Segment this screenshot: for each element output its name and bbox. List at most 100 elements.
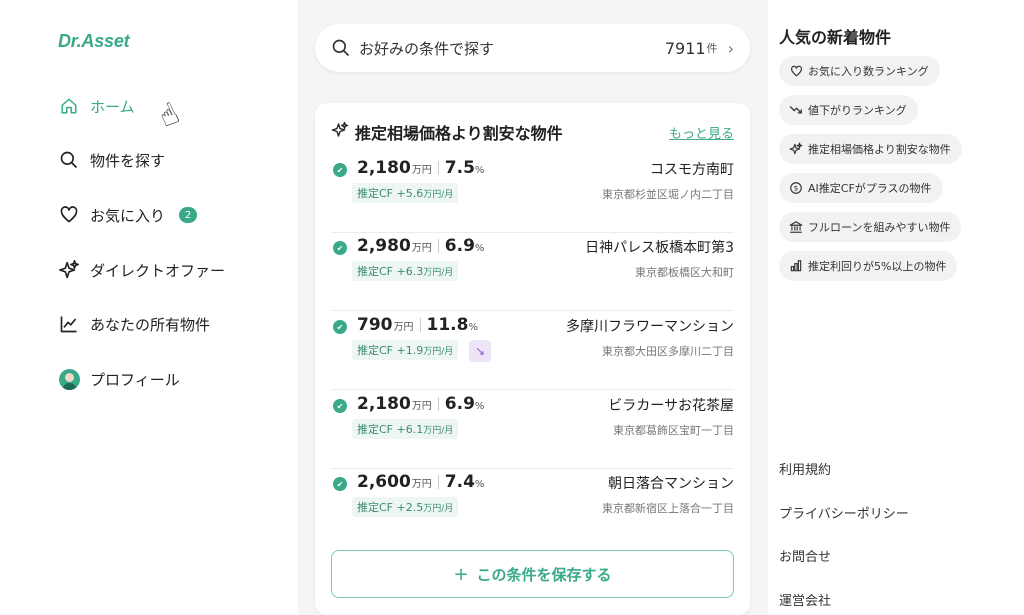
listing-name: 日神パレス板橋本町第3 [585, 240, 734, 256]
listing-yield-unit: % [474, 243, 485, 254]
listing-card: 推定相場価格より割安な物件 もっと見る ✔ 2,180 万円 7.5 % 推定C… [315, 103, 750, 615]
listing-price-line: 2,180 万円 6.9 % [357, 394, 484, 414]
sidebar-item-search[interactable]: 物件を探す [58, 145, 165, 175]
listing-name: 多摩川フラワーマンション [566, 319, 734, 335]
cashflow-badge: 推定CF +1.9 万円/月 [352, 340, 459, 360]
tag-full-loan[interactable]: フルローンを組みやすい物件 [779, 212, 962, 242]
sidebar-item-owned-properties[interactable]: あなたの所有物件 [58, 309, 210, 339]
listing-yield-unit: % [474, 479, 485, 490]
save-condition-label: この条件を保存する [476, 565, 612, 584]
cashflow-value: 推定CF +1.9 [357, 344, 424, 357]
listing-price-unit: 万円 [411, 401, 432, 412]
tag-label: 推定利回りが5%以上の物件 [808, 260, 947, 273]
search-bar[interactable]: お好みの条件で探す 7911 件 › [315, 24, 750, 72]
listing-row[interactable]: ✔ 2,980 万円 6.9 % 推定CF +6.3 万円/月 日神パレス板橋本町… [331, 233, 734, 311]
heart-icon [58, 204, 80, 226]
check-circle-icon: ✔ [333, 320, 347, 334]
listing-price-line: 2,180 万円 7.5 % [357, 158, 484, 178]
cashflow-unit: 万円/月 [423, 425, 454, 436]
plus-icon: + [453, 563, 469, 585]
listing-price-unit: 万円 [411, 165, 432, 176]
tag-high-yield[interactable]: 推定利回りが5%以上の物件 [779, 251, 958, 281]
sidebar-item-label: 物件を探す [90, 151, 166, 170]
listing-address: 東京都杉並区堀ノ内二丁目 [602, 188, 734, 201]
listing-address: 東京都板橋区大和町 [635, 266, 734, 279]
listing-yield: 6.9 [444, 236, 475, 256]
see-more-link[interactable]: もっと見る [669, 123, 734, 142]
listing-name: 朝日落合マンション [608, 476, 734, 492]
listing-row[interactable]: ✔ 2,180 万円 6.9 % 推定CF +6.1 万円/月 ビラカーサお花茶屋… [331, 391, 734, 469]
listing-row[interactable]: ✔ 2,600 万円 7.4 % 推定CF +2.5 万円/月 朝日落合マンション… [331, 469, 734, 547]
cashflow-unit: 万円/月 [423, 189, 454, 200]
listing-yield: 7.4 [444, 472, 475, 492]
listing-yield: 11.8 [426, 315, 469, 335]
popular-new-title: 人気の新着物件 [779, 28, 892, 47]
listing-price: 2,180 [357, 158, 411, 178]
logo[interactable]: Dr.Asset [58, 31, 130, 52]
chevron-right-icon: › [727, 38, 734, 58]
cashflow-unit: 万円/月 [423, 267, 454, 278]
cashflow-unit: 万円/月 [423, 346, 454, 357]
privacy-policy-link[interactable]: プライバシーポリシー [779, 503, 909, 522]
cashflow-value: 推定CF +2.5 [357, 501, 424, 514]
hand-cursor-icon: ☝ [153, 95, 185, 136]
sidebar-item-direct-offer[interactable]: ダイレクトオファー [58, 255, 225, 285]
listing-price-unit: 万円 [393, 322, 414, 333]
listing-price-unit: 万円 [411, 243, 432, 254]
card-header: 推定相場価格より割安な物件 もっと見る [331, 120, 734, 144]
listing-address: 東京都大田区多摩川二丁目 [602, 345, 734, 358]
sidebar-item-favorites[interactable]: お気に入り 2 [58, 200, 198, 230]
sparkle-icon [331, 121, 349, 143]
heart-icon [789, 65, 803, 78]
sidebar-item-label: プロフィール [90, 370, 180, 389]
listing-row[interactable]: ✔ 2,180 万円 7.5 % 推定CF +5.6 万円/月 コスモ方南町 東京… [331, 155, 734, 233]
tag-undervalued[interactable]: 推定相場価格より割安な物件 [779, 134, 962, 164]
trending-down-icon: ↘ [469, 340, 491, 362]
save-condition-button[interactable]: + この条件を保存する [331, 550, 734, 598]
tag-positive-cf[interactable]: $ AI推定CFがプラスの物件 [779, 173, 943, 203]
cashflow-badge: 推定CF +2.5 万円/月 [352, 497, 459, 517]
result-count-unit: 件 [706, 42, 718, 55]
right-panel: 人気の新着物件 お気に入り数ランキング 値下がりランキング 推定相場価格より割安… [768, 0, 1024, 615]
tag-label: AI推定CFがプラスの物件 [808, 182, 932, 195]
sidebar-item-profile[interactable]: プロフィール [58, 364, 180, 394]
check-circle-icon: ✔ [333, 241, 347, 255]
avatar [58, 368, 80, 390]
sidebar-item-label: ダイレクトオファー [90, 261, 226, 280]
listing-price-line: 2,980 万円 6.9 % [357, 236, 484, 256]
listing-yield: 6.9 [444, 394, 475, 414]
tag-price-drop-ranking[interactable]: 値下がりランキング [779, 95, 918, 125]
tag-favorites-ranking[interactable]: お気に入り数ランキング [779, 56, 940, 86]
favorites-count-badge: 2 [179, 207, 198, 223]
listing-price-line: 790 万円 11.8 % [357, 315, 478, 335]
listing-price: 2,980 [357, 236, 411, 256]
listing-price: 790 [357, 315, 393, 335]
terms-link[interactable]: 利用規約 [779, 459, 831, 478]
sparkle-icon [58, 259, 80, 281]
listing-yield-unit: % [474, 165, 485, 176]
listing-row[interactable]: ✔ 790 万円 11.8 % 推定CF +1.9 万円/月 ↘ 多摩川フラワーマ… [331, 312, 734, 390]
listing-name: コスモ方南町 [650, 162, 734, 178]
sidebar-item-label: ホーム [90, 97, 135, 116]
sidebar: Dr.Asset ホーム 物件を探す お気に入り 2 ダイレクトオファー あなた… [0, 0, 298, 615]
check-circle-icon: ✔ [333, 477, 347, 491]
tag-label: フルローンを組みやすい物件 [808, 221, 951, 234]
company-link[interactable]: 運営会社 [779, 590, 831, 609]
search-placeholder: お好みの条件で探す [359, 39, 495, 58]
cashflow-badge: 推定CF +5.6 万円/月 [352, 183, 459, 203]
search-icon [58, 149, 80, 171]
dollar-circle-icon: $ [789, 181, 803, 195]
chart-line-icon [58, 313, 80, 335]
listing-name: ビラカーサお花茶屋 [608, 398, 734, 414]
sidebar-item-home[interactable]: ホーム [58, 91, 135, 121]
tag-label: お気に入り数ランキング [808, 65, 929, 78]
listing-yield-unit: % [468, 322, 478, 333]
cashflow-value: 推定CF +6.1 [357, 423, 424, 436]
listing-yield-unit: % [474, 401, 485, 412]
listing-yield: 7.5 [444, 158, 475, 178]
cashflow-value: 推定CF +5.6 [357, 187, 424, 200]
check-circle-icon: ✔ [333, 399, 347, 413]
main-content: お好みの条件で探す 7911 件 › 推定相場価格より割安な物件 もっと見る ✔… [298, 0, 768, 615]
result-count: 7911 [664, 38, 706, 58]
contact-link[interactable]: お問合せ [779, 546, 831, 565]
